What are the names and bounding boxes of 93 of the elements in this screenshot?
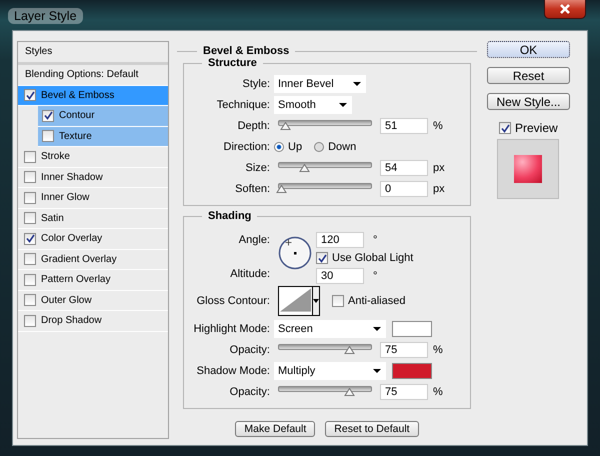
number-field[interactable]: 120 [316, 232, 364, 248]
radio-button[interactable] [314, 142, 324, 152]
number-field[interactable]: 0 [380, 180, 428, 196]
slider-thumb[interactable] [344, 388, 356, 396]
field-label: Soften: [234, 182, 271, 194]
list-item[interactable]: Contour [38, 106, 168, 126]
button[interactable]: New Style... [487, 93, 570, 110]
field-label: Shadow Mode: [196, 364, 271, 376]
list-header: Styles [18, 42, 168, 65]
field-label: Technique: [216, 98, 271, 110]
unit-label: % [433, 344, 443, 356]
slider-thumb[interactable] [280, 122, 291, 130]
caret-icon [339, 102, 347, 106]
field-label: Opacity: [228, 386, 271, 398]
list-item[interactable]: Satin [18, 208, 168, 229]
number-field[interactable]: 51 [380, 118, 428, 134]
window-title: Layer Style [8, 8, 83, 24]
number-field[interactable]: 30 [316, 268, 364, 284]
list-item[interactable]: Drop Shadow [18, 311, 168, 332]
number-field[interactable]: 75 [380, 384, 428, 400]
checkbox[interactable] [24, 192, 36, 204]
close-icon [559, 4, 571, 14]
checkbox[interactable] [24, 253, 36, 266]
checkbox[interactable] [24, 294, 36, 306]
list-item[interactable]: Texture [38, 126, 168, 147]
dropdown[interactable]: Smooth [274, 96, 352, 114]
checkbox[interactable] [24, 232, 36, 245]
color-swatch[interactable] [392, 320, 432, 336]
number-field[interactable]: 75 [380, 342, 428, 358]
caret-icon [313, 299, 319, 303]
radio-label[interactable]: Down [328, 140, 356, 152]
caret-icon [353, 82, 361, 86]
checkbox-label[interactable]: Anti-aliased [348, 295, 406, 307]
group-title: Shading [207, 210, 252, 222]
list-item[interactable]: Inner Glow [18, 188, 168, 208]
checkbox-label[interactable]: Use Global Light [332, 252, 414, 264]
group-title: Structure [207, 57, 258, 69]
field-label: Depth: [236, 120, 271, 132]
radio-button[interactable] [274, 142, 284, 152]
caret-icon [373, 368, 381, 372]
list-item[interactable]: Inner Shadow [18, 168, 168, 188]
preview-square [514, 155, 542, 183]
list-item[interactable]: Stroke [18, 147, 168, 168]
angle-dial[interactable] [278, 236, 312, 270]
caret-icon [373, 326, 381, 330]
field-label: Altitude: [229, 268, 271, 280]
field-label: Size: [244, 162, 271, 174]
field-label: Direction: [222, 140, 271, 152]
checkbox[interactable] [24, 212, 36, 224]
field-label: Gloss Contour: [196, 295, 271, 307]
checkbox-label[interactable]: Preview [515, 121, 558, 135]
checkbox[interactable] [42, 110, 54, 122]
group-title: Bevel & Emboss [202, 45, 290, 57]
slider-thumb[interactable] [299, 164, 310, 172]
unit-label: % [433, 386, 443, 398]
checkbox[interactable] [24, 171, 36, 184]
slider-thumb[interactable] [276, 185, 287, 193]
dropdown[interactable]: Inner Bevel [274, 74, 366, 92]
radio-label[interactable]: Up [288, 140, 302, 152]
contour-curve-icon [279, 287, 312, 313]
checkbox[interactable] [24, 89, 36, 102]
color-swatch[interactable] [392, 362, 432, 378]
button[interactable]: OK [487, 41, 570, 58]
close-button[interactable] [544, 0, 586, 19]
checkbox[interactable] [24, 274, 36, 286]
checkbox[interactable] [332, 295, 344, 307]
unit-label: ° [373, 270, 378, 282]
unit-label: % [433, 120, 443, 132]
number-field[interactable]: 54 [380, 160, 428, 176]
button[interactable]: Reset to Default [325, 421, 419, 437]
checkbox[interactable] [24, 150, 36, 163]
field-label: Angle: [238, 234, 271, 246]
checkbox[interactable] [316, 252, 328, 264]
checkbox[interactable] [499, 122, 511, 134]
checkbox[interactable] [24, 314, 36, 327]
dropdown[interactable]: Screen [274, 320, 386, 338]
field-label: Highlight Mode: [192, 322, 271, 334]
dropdown[interactable]: Multiply [274, 362, 386, 380]
button[interactable]: Reset [487, 67, 570, 84]
list-item[interactable]: Gradient Overlay [18, 250, 168, 270]
checkbox[interactable] [42, 130, 54, 142]
list-item[interactable]: Color Overlay [18, 229, 168, 250]
contour-picker[interactable] [278, 286, 320, 316]
unit-label: ° [373, 234, 378, 246]
unit-label: px [433, 182, 445, 194]
list-item[interactable]: Pattern Overlay [18, 270, 168, 290]
list-item[interactable]: Bevel & Emboss [18, 86, 168, 106]
field-label: Opacity: [228, 344, 271, 356]
list-item[interactable]: Outer Glow [18, 290, 168, 311]
button[interactable]: Make Default [235, 421, 316, 437]
unit-label: px [433, 162, 445, 174]
slider-thumb[interactable] [344, 346, 356, 354]
field-label: Style: [241, 78, 271, 90]
